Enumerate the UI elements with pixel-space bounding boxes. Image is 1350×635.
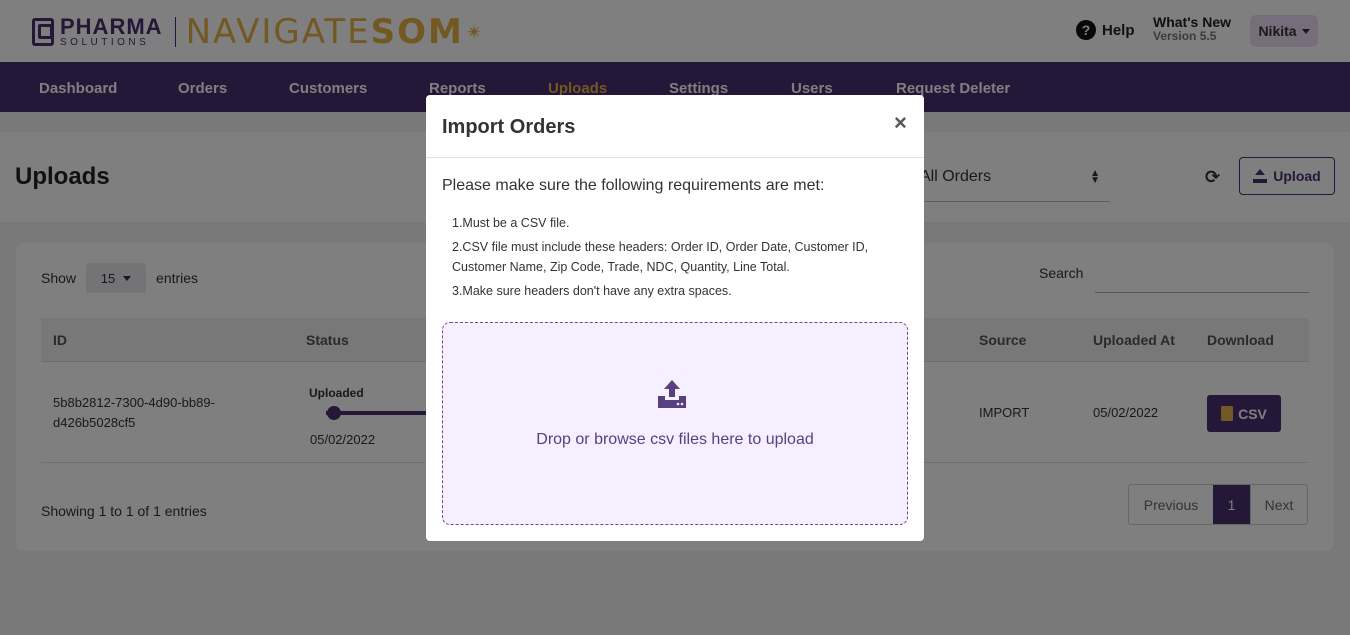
modal-title: Import Orders: [442, 116, 576, 138]
requirement-item: 3.Make sure headers don't have any extra…: [452, 284, 732, 298]
csv-dropzone[interactable]: Drop or browse csv files here to upload: [442, 322, 908, 525]
close-icon[interactable]: ×: [894, 112, 907, 134]
upload-tray-icon: [658, 380, 686, 408]
import-orders-modal: Import Orders × Please make sure the fol…: [426, 95, 924, 541]
modal-header: Import Orders ×: [426, 95, 924, 158]
requirement-item: 2.CSV file must include these headers: O…: [452, 240, 869, 274]
requirements-intro: Please make sure the following requireme…: [442, 177, 825, 194]
dropzone-text: Drop or browse csv files here to upload: [536, 431, 814, 448]
requirement-item: 1.Must be a CSV file.: [452, 216, 570, 230]
